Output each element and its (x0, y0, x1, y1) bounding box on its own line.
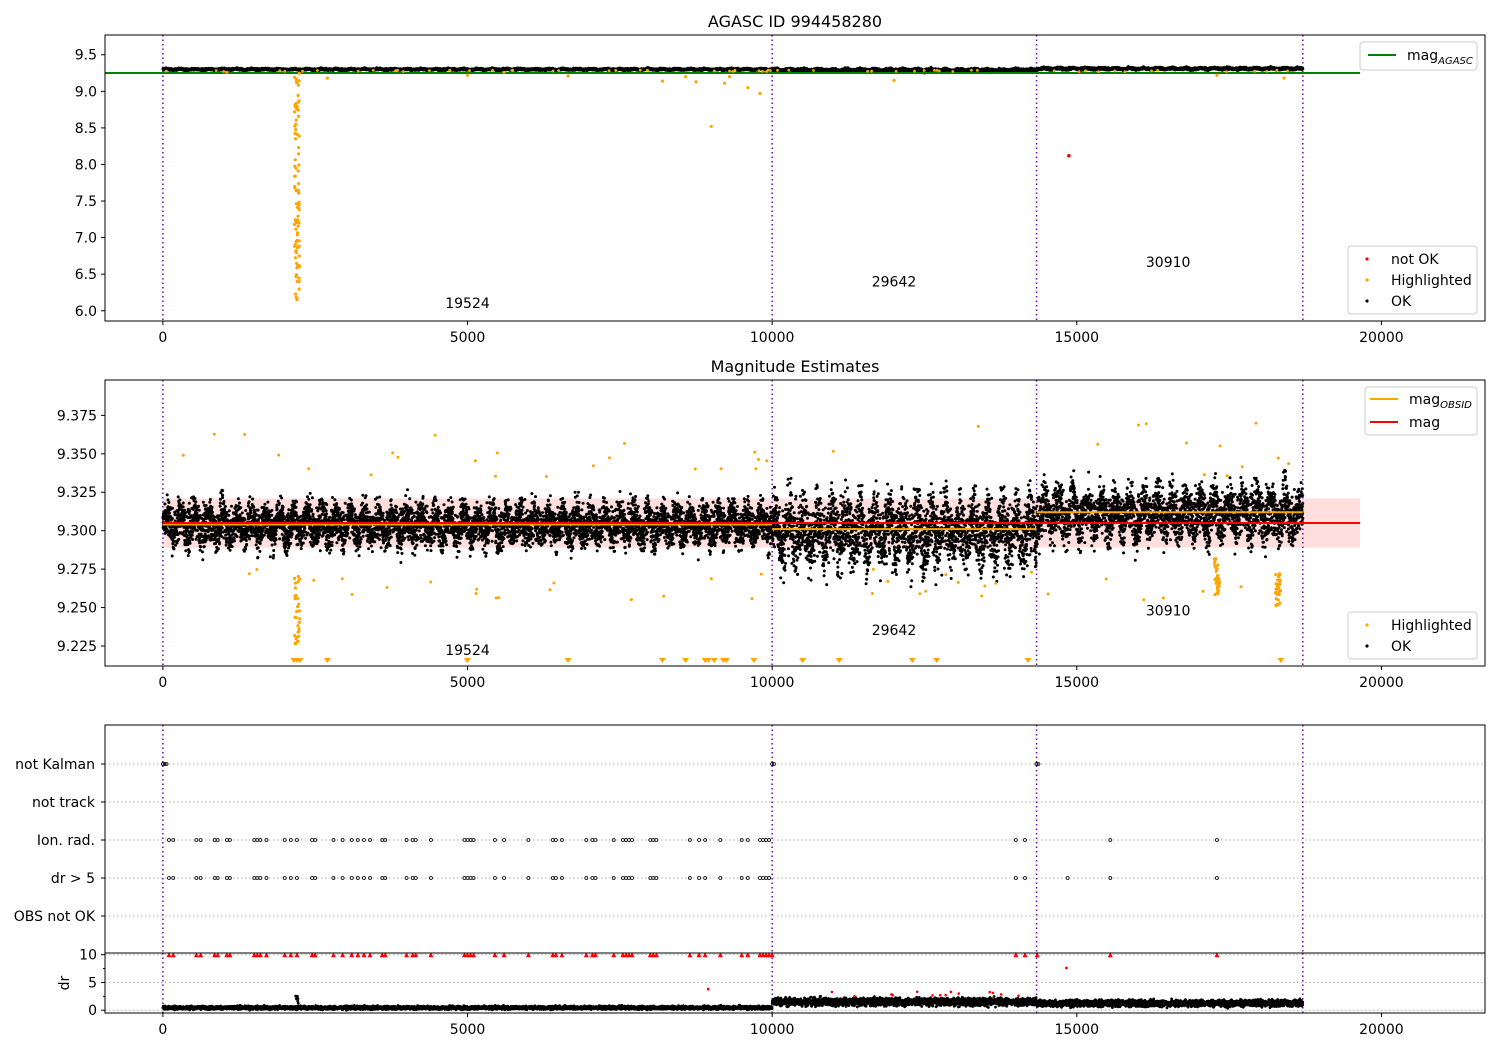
panel-1-title: AGASC ID 994458280 (708, 12, 882, 31)
figure: AGASC ID 994458280 1952429642309100 5000 1… (0, 0, 1500, 1050)
